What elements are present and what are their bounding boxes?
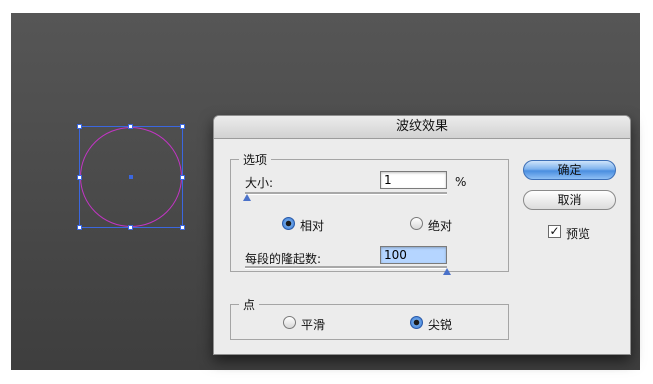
ok-button[interactable]: 确定 <box>523 160 616 180</box>
selection-handle-bottom-right[interactable] <box>180 225 185 230</box>
ridges-per-segment-label: 每段的隆起数: <box>245 252 322 266</box>
relative-radio[interactable] <box>282 217 295 230</box>
size-label: 大小: <box>245 176 274 190</box>
preview-label[interactable]: 预览 <box>566 225 590 242</box>
smooth-label[interactable]: 平滑 <box>301 316 325 333</box>
size-slider-track[interactable] <box>245 192 447 195</box>
dialog-title: 波纹效果 <box>214 116 630 139</box>
points-group: 点 <box>230 296 509 340</box>
points-group-legend: 点 <box>239 296 260 313</box>
ridges-per-segment-input[interactable]: 100 <box>380 246 447 264</box>
zigzag-dialog: 波纹效果 选项 大小: 1 % 相对 绝对 每段的隆起数: 100 点 平滑 尖… <box>213 115 631 355</box>
selection-handle-bottom-left[interactable] <box>77 225 82 230</box>
center-point-marker <box>129 175 133 179</box>
sharp-label[interactable]: 尖锐 <box>428 316 452 333</box>
relative-label[interactable]: 相对 <box>300 217 324 234</box>
selection-handle-top[interactable] <box>128 124 133 129</box>
preview-checkbox[interactable]: ✓ <box>548 225 561 238</box>
selection-handle-right[interactable] <box>180 175 185 180</box>
cancel-button[interactable]: 取消 <box>523 190 616 210</box>
selection-handle-bottom[interactable] <box>128 225 133 230</box>
selection-handle-top-right[interactable] <box>180 124 185 129</box>
options-group-legend: 选项 <box>239 151 272 168</box>
selection-handle-left[interactable] <box>77 175 82 180</box>
absolute-radio[interactable] <box>410 217 423 230</box>
size-slider-thumb[interactable] <box>243 194 251 201</box>
size-unit-label: % <box>455 175 467 189</box>
size-input[interactable]: 1 <box>380 171 447 189</box>
absolute-label[interactable]: 绝对 <box>428 217 452 234</box>
smooth-radio[interactable] <box>283 316 296 329</box>
ridges-slider-track[interactable] <box>245 266 447 269</box>
ridges-slider-thumb[interactable] <box>443 268 451 275</box>
selection-handle-top-left[interactable] <box>77 124 82 129</box>
sharp-radio[interactable] <box>410 316 423 329</box>
